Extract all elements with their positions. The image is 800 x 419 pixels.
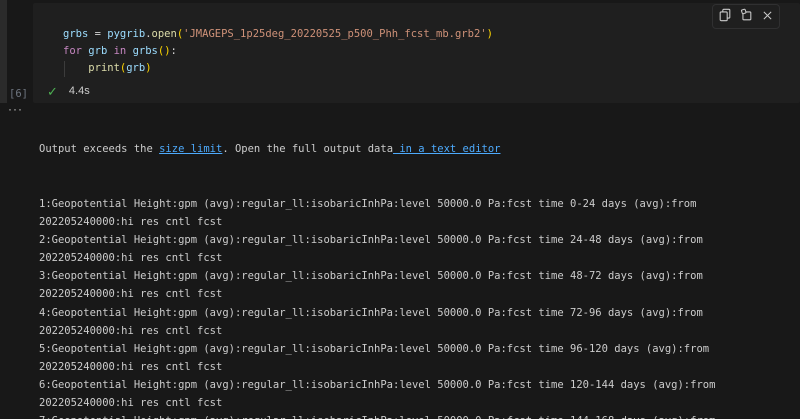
code-token: : (171, 45, 177, 57)
close-icon (761, 9, 774, 25)
output-line: 3:Geopotential Height:gpm (avg):regular_… (39, 267, 715, 285)
code-line: for grb in grbs(): (63, 43, 493, 60)
code-line: print(grb) (63, 60, 493, 77)
clipboard-icon (739, 8, 753, 25)
output-line: 4:Geopotential Height:gpm (avg):regular_… (39, 304, 715, 322)
code-token: in (114, 45, 127, 57)
output-info-text: . Open the full output data (222, 143, 393, 155)
output-area: Output exceeds the size limit. Open the … (39, 104, 715, 419)
output-info-line: Output exceeds the size limit. Open the … (39, 140, 715, 158)
code-token: pygrib (107, 28, 145, 40)
notebook-window: grbs = pygrib.open('JMAGEPS_1p25deg_2022… (0, 0, 800, 419)
execution-count-badge: [6] (9, 88, 28, 100)
copy-output-button[interactable] (715, 7, 735, 27)
output-line: 6:Geopotential Height:gpm (avg):regular_… (39, 376, 715, 394)
output-line: 5:Geopotential Height:gpm (avg):regular_… (39, 340, 715, 358)
clipboard-button[interactable] (736, 7, 756, 27)
code-cell: grbs = pygrib.open('JMAGEPS_1p25deg_2022… (33, 3, 800, 103)
output-line: 202205240000:hi res cntl fcst (39, 213, 715, 231)
output-line: 1:Geopotential Height:gpm (avg):regular_… (39, 195, 715, 213)
code-token: = (88, 28, 107, 40)
code-token: open (152, 28, 177, 40)
copy-output-icon (718, 8, 732, 25)
output-menu-ellipsis[interactable]: ··· (8, 102, 23, 116)
output-line: 2:Geopotential Height:gpm (avg):regular_… (39, 231, 715, 249)
code-token: for (63, 45, 82, 57)
success-check-icon: ✓ (47, 85, 58, 98)
output-line: 202205240000:hi res cntl fcst (39, 322, 715, 340)
code-token: ) (487, 28, 493, 40)
cell-focus-indicator (0, 0, 7, 103)
code-line: grbs = pygrib.open('JMAGEPS_1p25deg_2022… (63, 26, 493, 43)
code-token: grbs (133, 45, 158, 57)
output-line: 7:Geopotential Height:gpm (avg):regular_… (39, 412, 715, 419)
cell-status-bar: ✓ 4.4s (47, 81, 90, 101)
code-token: 'JMAGEPS_1p25deg_20220525_p500_Phh_fcst_… (183, 28, 486, 40)
execution-duration: 4.4s (69, 85, 90, 97)
code-token: grb (88, 45, 107, 57)
output-info-text: Output exceeds the (39, 143, 159, 155)
indent-guide (64, 61, 65, 77)
code-editor[interactable]: grbs = pygrib.open('JMAGEPS_1p25deg_2022… (63, 26, 493, 77)
output-line: 202205240000:hi res cntl fcst (39, 285, 715, 303)
close-button[interactable] (758, 7, 778, 27)
size-limit-link[interactable]: size limit (159, 143, 222, 155)
output-line: 202205240000:hi res cntl fcst (39, 394, 715, 412)
output-line: 202205240000:hi res cntl fcst (39, 249, 715, 267)
output-line: 202205240000:hi res cntl fcst (39, 358, 715, 376)
cell-toolbar (712, 4, 780, 29)
code-token: grbs (63, 28, 88, 40)
code-token: ) (145, 62, 151, 74)
code-token: () (158, 45, 171, 57)
output-lines: 1:Geopotential Height:gpm (avg):regular_… (39, 195, 715, 419)
code-token: grb (126, 62, 145, 74)
text-editor-link[interactable]: in a text editor (393, 143, 500, 155)
code-token: print (88, 62, 120, 74)
code-token (63, 62, 88, 74)
